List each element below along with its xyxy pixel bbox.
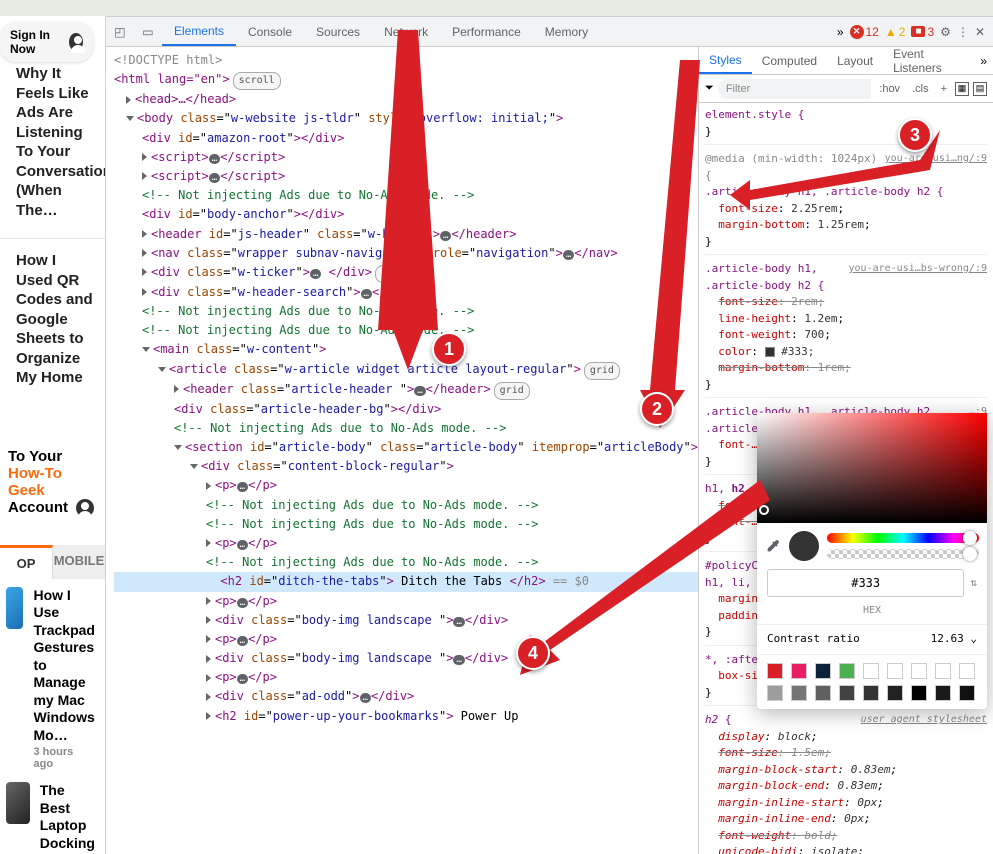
marker-3: 3 xyxy=(898,118,932,152)
filter-icon: ⏷ xyxy=(705,82,714,95)
marker-4: 4 xyxy=(516,636,550,670)
list-item[interactable]: How I Use Trackpad Gestures to Manage my… xyxy=(0,579,105,775)
warning-count[interactable]: ▲2 xyxy=(885,25,906,39)
tab-elements[interactable]: Elements xyxy=(162,17,236,46)
device-icon[interactable]: ▭ xyxy=(134,25,162,39)
elements-tree[interactable]: <!DOCTYPE html> <html lang="en">scroll <… xyxy=(106,47,698,854)
thumbnail xyxy=(6,587,23,629)
thumbnail xyxy=(6,782,30,824)
saturation-area[interactable] xyxy=(757,413,987,523)
alpha-slider[interactable] xyxy=(827,549,979,559)
list-item[interactable]: The Best Laptop Docking Stations of 2025… xyxy=(0,774,105,854)
styles-tab-styles[interactable]: Styles xyxy=(699,47,752,74)
hex-input[interactable]: #333 xyxy=(767,569,964,597)
settings-icon[interactable]: ⚙ xyxy=(940,25,951,39)
devtools-panel: ◰ ▭ Elements Console Sources Network Per… xyxy=(106,16,993,854)
current-color-swatch xyxy=(789,531,819,561)
more-tabs-icon[interactable]: » xyxy=(837,25,844,39)
eyedropper-icon[interactable] xyxy=(765,538,781,554)
contrast-row[interactable]: Contrast ratio 12.63 ⌄ xyxy=(757,624,987,654)
tab-op[interactable]: OP xyxy=(0,545,53,579)
styles-tab-computed[interactable]: Computed xyxy=(752,47,827,74)
css-rules[interactable]: element.style {} you-are-usi…ng/:9 @medi… xyxy=(699,103,993,854)
color-picker-popup[interactable]: #333 ⇅ HEX Contrast ratio 12.63 ⌄ xyxy=(757,413,987,709)
selected-element: <h2 id="ditch-the-tabs"> Ditch the Tabs … xyxy=(114,572,698,591)
tab-performance[interactable]: Performance xyxy=(440,17,533,46)
article-sidebar: Sign In Now Why It Feels Like Ads Are Li… xyxy=(0,16,106,854)
trending-article-2[interactable]: How I Used QR Codes and Google Sheets to… xyxy=(0,247,105,398)
hue-slider[interactable] xyxy=(827,533,979,543)
color-palette[interactable] xyxy=(757,654,987,709)
devtools-toolbar: ◰ ▭ Elements Console Sources Network Per… xyxy=(106,17,993,47)
cls-button[interactable]: .cls xyxy=(908,81,933,97)
marker-2: 2 xyxy=(640,392,674,426)
styles-sidebar: Styles Computed Layout Event Listeners »… xyxy=(698,47,993,854)
sign-in-label: Sign In Now xyxy=(10,28,63,56)
kebab-icon[interactable]: ⋮ xyxy=(957,25,969,39)
new-rule-icon[interactable]: + xyxy=(937,81,951,97)
marker-1: 1 xyxy=(432,332,466,366)
account-icon xyxy=(76,499,94,517)
hov-button[interactable]: :hov xyxy=(875,81,904,97)
sign-in-button[interactable]: Sign In Now xyxy=(0,22,93,62)
issue-count[interactable]: ■3 xyxy=(911,25,934,39)
inspect-icon[interactable]: ◰ xyxy=(106,25,134,39)
tab-console[interactable]: Console xyxy=(236,17,304,46)
avatar-icon xyxy=(69,33,83,51)
trending-article-1[interactable]: Why It Feels Like Ads Are Listening To Y… xyxy=(0,60,105,230)
styles-tab-eventlisteners[interactable]: Event Listeners xyxy=(883,47,974,74)
grid-icon[interactable]: ▤ xyxy=(973,82,987,96)
tab-mobile[interactable]: MOBILE xyxy=(53,545,105,579)
styles-filter-input[interactable]: Filter xyxy=(718,79,871,99)
styles-tab-layout[interactable]: Layout xyxy=(827,47,883,74)
tab-network[interactable]: Network xyxy=(372,17,440,46)
more-styles-tabs[interactable]: » xyxy=(974,54,993,68)
tab-sources[interactable]: Sources xyxy=(304,17,372,46)
error-count[interactable]: ✕12 xyxy=(850,25,879,39)
color-swatch[interactable] xyxy=(765,347,775,357)
tab-memory[interactable]: Memory xyxy=(533,17,600,46)
format-toggle-icon[interactable]: ⇅ xyxy=(970,575,977,592)
newsletter-line: To Your How-To Geek Account xyxy=(0,448,105,517)
flex-icon[interactable]: ▦ xyxy=(955,82,969,96)
close-icon[interactable]: ✕ xyxy=(975,25,985,39)
